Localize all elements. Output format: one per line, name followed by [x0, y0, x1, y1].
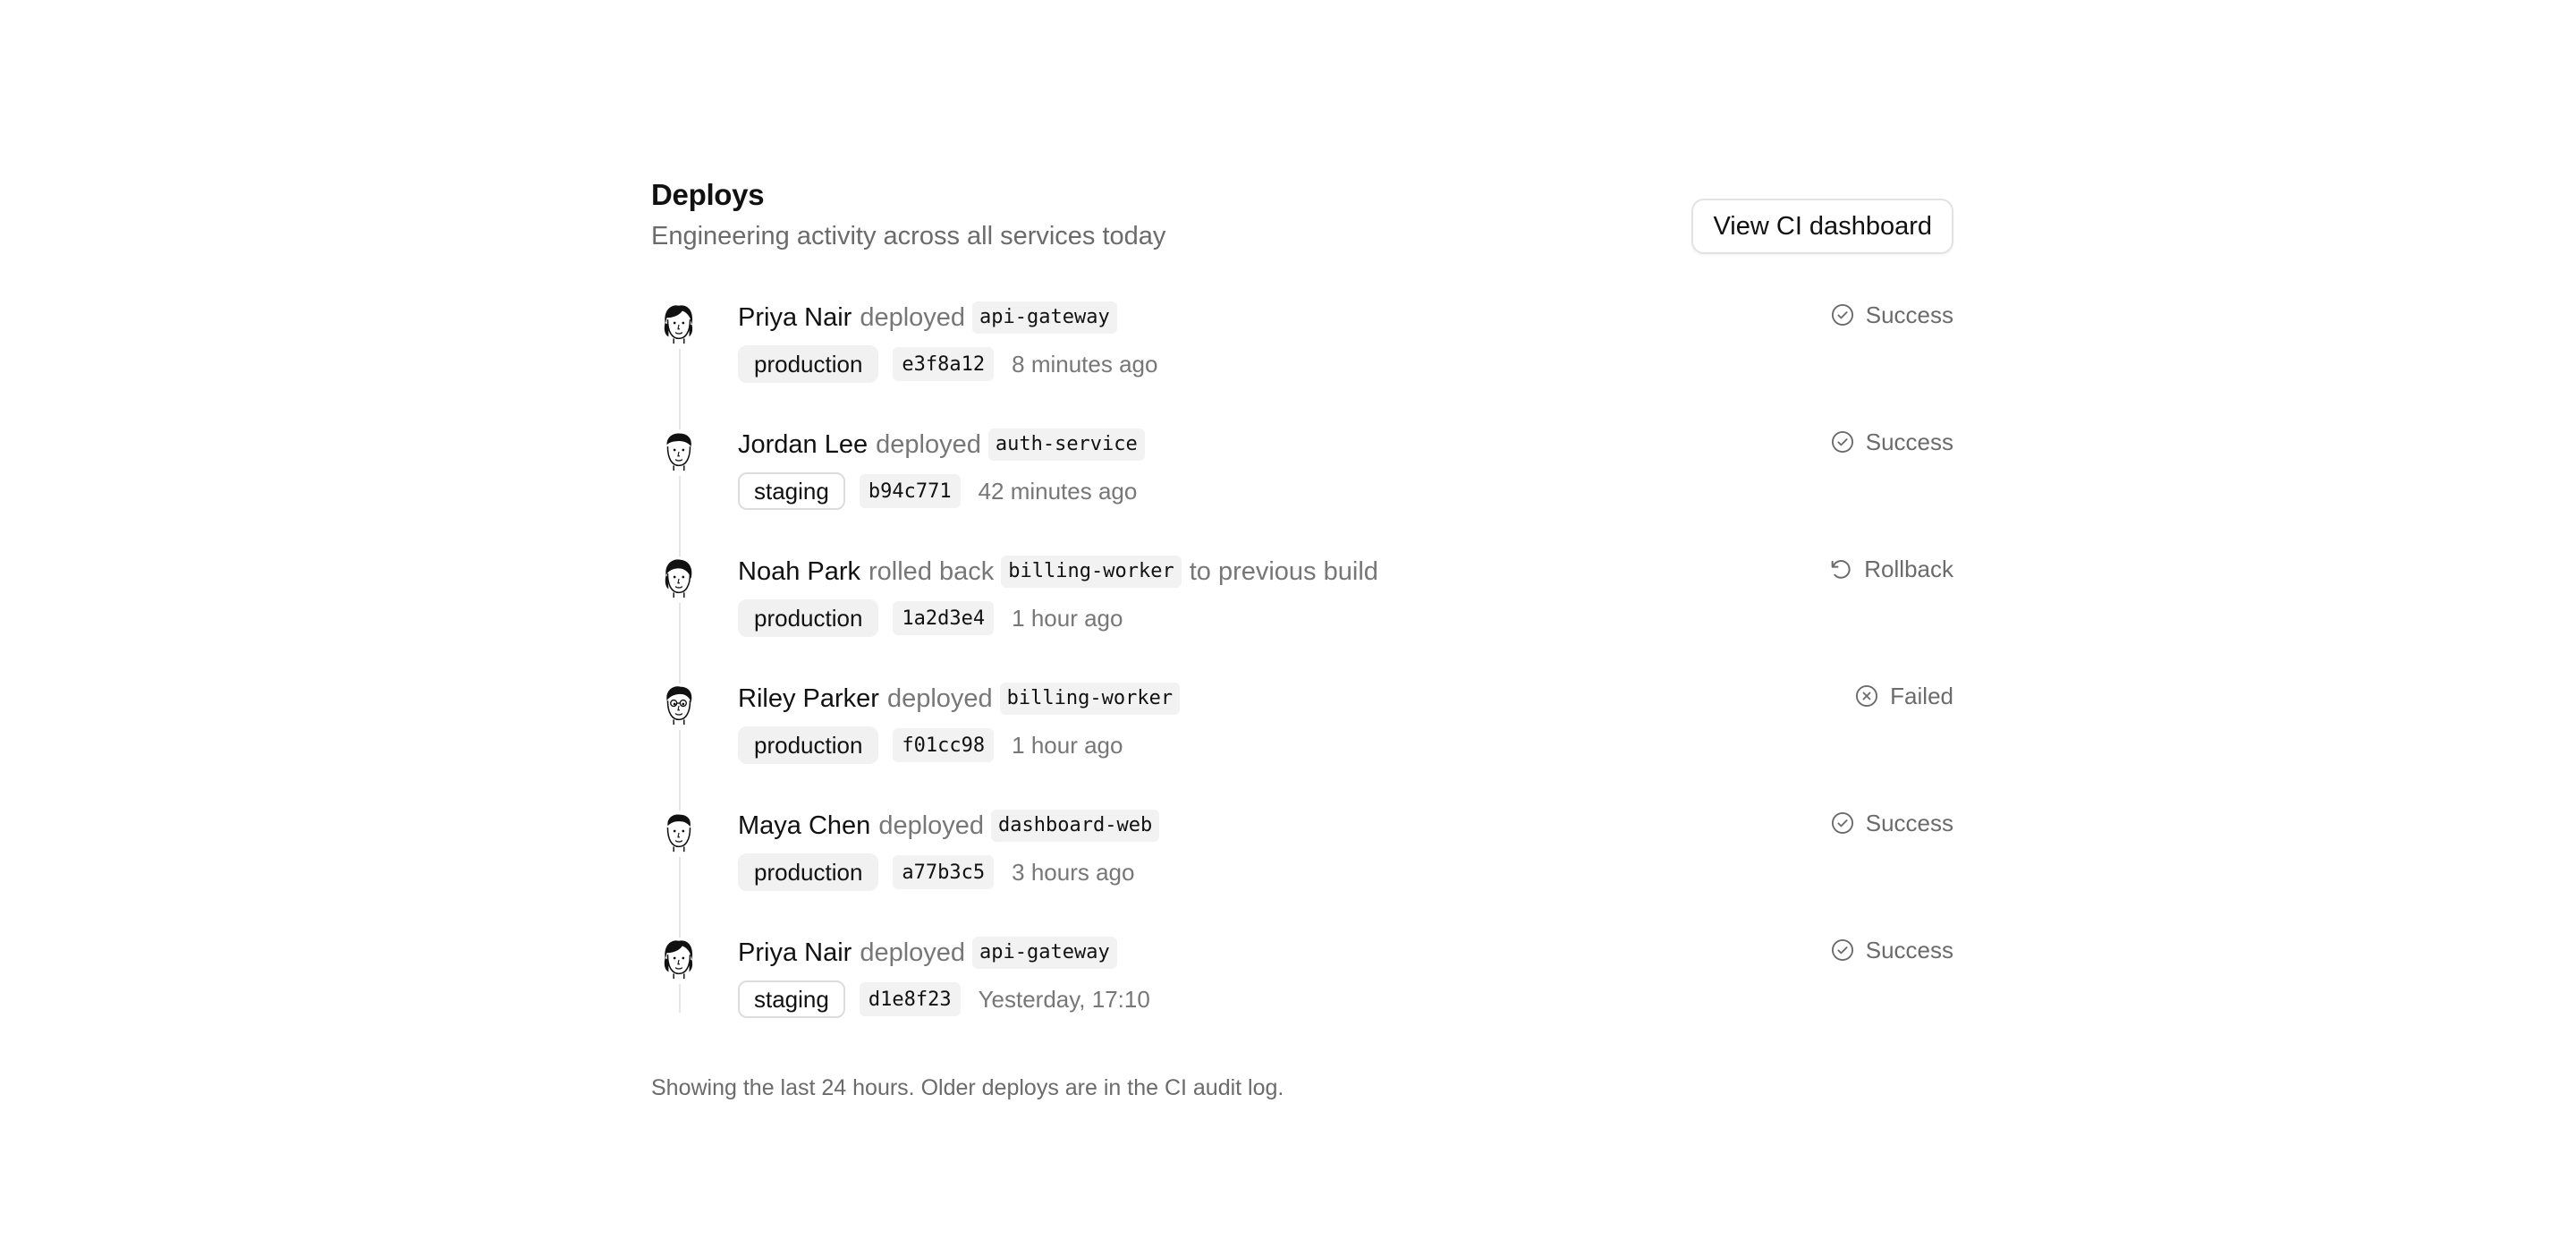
deploy-timeline: Priya Nair deployed api-gateway production e…	[651, 297, 1953, 1059]
actor-name: Noah Park	[738, 556, 861, 586]
status-badge: Success	[1830, 932, 1953, 968]
commit-hash: a77b3c5	[893, 855, 995, 889]
service-name: api-gateway	[972, 301, 1117, 334]
avatar	[655, 299, 703, 347]
deploy-summary: Maya Chen deployed dashboard-web	[738, 805, 1160, 846]
environment-badge: production	[738, 853, 879, 891]
deploy-suffix: to previous build	[1189, 556, 1378, 586]
actor-name: Priya Nair	[738, 302, 852, 332]
deploy-time: Yesterday, 17:10	[978, 985, 1150, 1013]
timeline-rail	[679, 603, 681, 683]
deploys-panel: Deploys Engineering activity across all …	[651, 175, 1953, 1100]
environment-badge: staging	[738, 472, 845, 510]
avatar	[655, 934, 703, 982]
footer-note: Showing the last 24 hours. Older deploys…	[651, 1075, 1284, 1100]
check-circle-icon	[1830, 429, 1866, 454]
deploy-verb: rolled back	[869, 556, 995, 586]
deploy-time: 1 hour ago	[1012, 731, 1123, 759]
deploy-summary: Riley Parker deployed billing-worker	[738, 678, 1181, 719]
deploy-verb: deployed	[876, 429, 981, 459]
check-circle-icon	[1830, 938, 1866, 963]
actor-name: Priya Nair	[738, 938, 852, 967]
status-label: Success	[1865, 936, 1953, 963]
x-circle-icon	[1854, 683, 1890, 709]
deploy-meta: production 1a2d3e4 1 hour ago	[738, 598, 1123, 639]
status-badge: Success	[1830, 297, 1953, 333]
status-label: Failed	[1890, 682, 1953, 709]
page-subtitle: Engineering activity across all services…	[651, 222, 1166, 250]
panel-header: Deploys Engineering activity across all …	[651, 175, 1953, 265]
deploy-item: Priya Nair deployed api-gateway production e…	[651, 297, 1953, 429]
deploy-item: Noah Park rolled back billing-worker to pre…	[651, 551, 1953, 683]
avatar	[655, 426, 703, 474]
actor-name: Maya Chen	[738, 810, 871, 840]
status-badge: Failed	[1854, 678, 1953, 714]
deploy-time: 42 minutes ago	[978, 477, 1138, 505]
deploy-verb: deployed	[860, 938, 966, 967]
deploy-item: Priya Nair deployed api-gateway staging d1e8…	[651, 932, 1953, 1059]
deploy-verb: deployed	[860, 302, 966, 332]
commit-hash: b94c771	[859, 474, 961, 508]
check-circle-icon	[1830, 302, 1866, 327]
avatar	[655, 680, 703, 728]
deploy-item: Jordan Lee deployed auth-service staging b94…	[651, 424, 1953, 556]
deploy-summary: Priya Nair deployed api-gateway	[738, 297, 1117, 338]
deploy-meta: production a77b3c5 3 hours ago	[738, 852, 1134, 893]
deploy-meta: staging b94c771 42 minutes ago	[738, 471, 1137, 512]
deploy-meta: staging d1e8f23 Yesterday, 17:10	[738, 979, 1150, 1020]
actor-name: Riley Parker	[738, 683, 879, 713]
deploy-verb: deployed	[878, 810, 985, 840]
avatar	[655, 553, 703, 601]
commit-hash: e3f8a12	[893, 347, 995, 381]
timeline-rail	[679, 984, 681, 1013]
deploy-meta: production e3f8a12 8 minutes ago	[738, 344, 1157, 385]
service-name: dashboard-web	[991, 810, 1160, 842]
status-label: Success	[1865, 428, 1953, 455]
timeline-rail	[679, 730, 681, 810]
commit-hash: f01cc98	[893, 728, 995, 762]
timeline-rail	[679, 476, 681, 556]
status-badge: Rollback	[1828, 551, 1953, 587]
service-name: billing-worker	[1001, 556, 1182, 588]
deploy-summary: Jordan Lee deployed auth-service	[738, 424, 1145, 465]
deploy-time: 8 minutes ago	[1012, 350, 1158, 378]
status-label: Rollback	[1864, 555, 1953, 582]
rollback-icon	[1828, 556, 1864, 581]
service-name: api-gateway	[972, 937, 1117, 969]
environment-badge: production	[738, 345, 879, 383]
service-name: auth-service	[987, 429, 1145, 461]
check-circle-icon	[1830, 810, 1866, 836]
deploy-item: Maya Chen deployed dashboard-web production…	[651, 805, 1953, 938]
view-ci-dashboard-button[interactable]: View CI dashboard	[1691, 199, 1953, 254]
commit-hash: d1e8f23	[859, 982, 961, 1016]
timeline-rail	[679, 349, 681, 429]
status-badge: Success	[1830, 424, 1953, 460]
status-label: Success	[1865, 301, 1953, 328]
timeline-rail	[679, 857, 681, 938]
status-label: Success	[1865, 809, 1953, 836]
service-name: billing-worker	[999, 683, 1181, 715]
deploy-verb: deployed	[886, 683, 993, 713]
avatar	[655, 807, 703, 855]
environment-badge: staging	[738, 980, 845, 1018]
actor-name: Jordan Lee	[738, 429, 869, 459]
commit-hash: 1a2d3e4	[893, 601, 995, 635]
environment-badge: production	[738, 599, 879, 637]
status-badge: Success	[1830, 805, 1953, 841]
deploy-summary: Noah Park rolled back billing-worker to pre…	[738, 551, 1378, 592]
deploy-time: 1 hour ago	[1012, 604, 1123, 632]
deploy-time: 3 hours ago	[1012, 858, 1135, 886]
deploy-summary: Priya Nair deployed api-gateway	[738, 932, 1117, 973]
deploy-meta: production f01cc98 1 hour ago	[738, 725, 1123, 766]
page-title: Deploys	[651, 178, 765, 211]
environment-badge: production	[738, 726, 879, 764]
deploy-item: Riley Parker deployed billing-worker produc…	[651, 678, 1953, 810]
